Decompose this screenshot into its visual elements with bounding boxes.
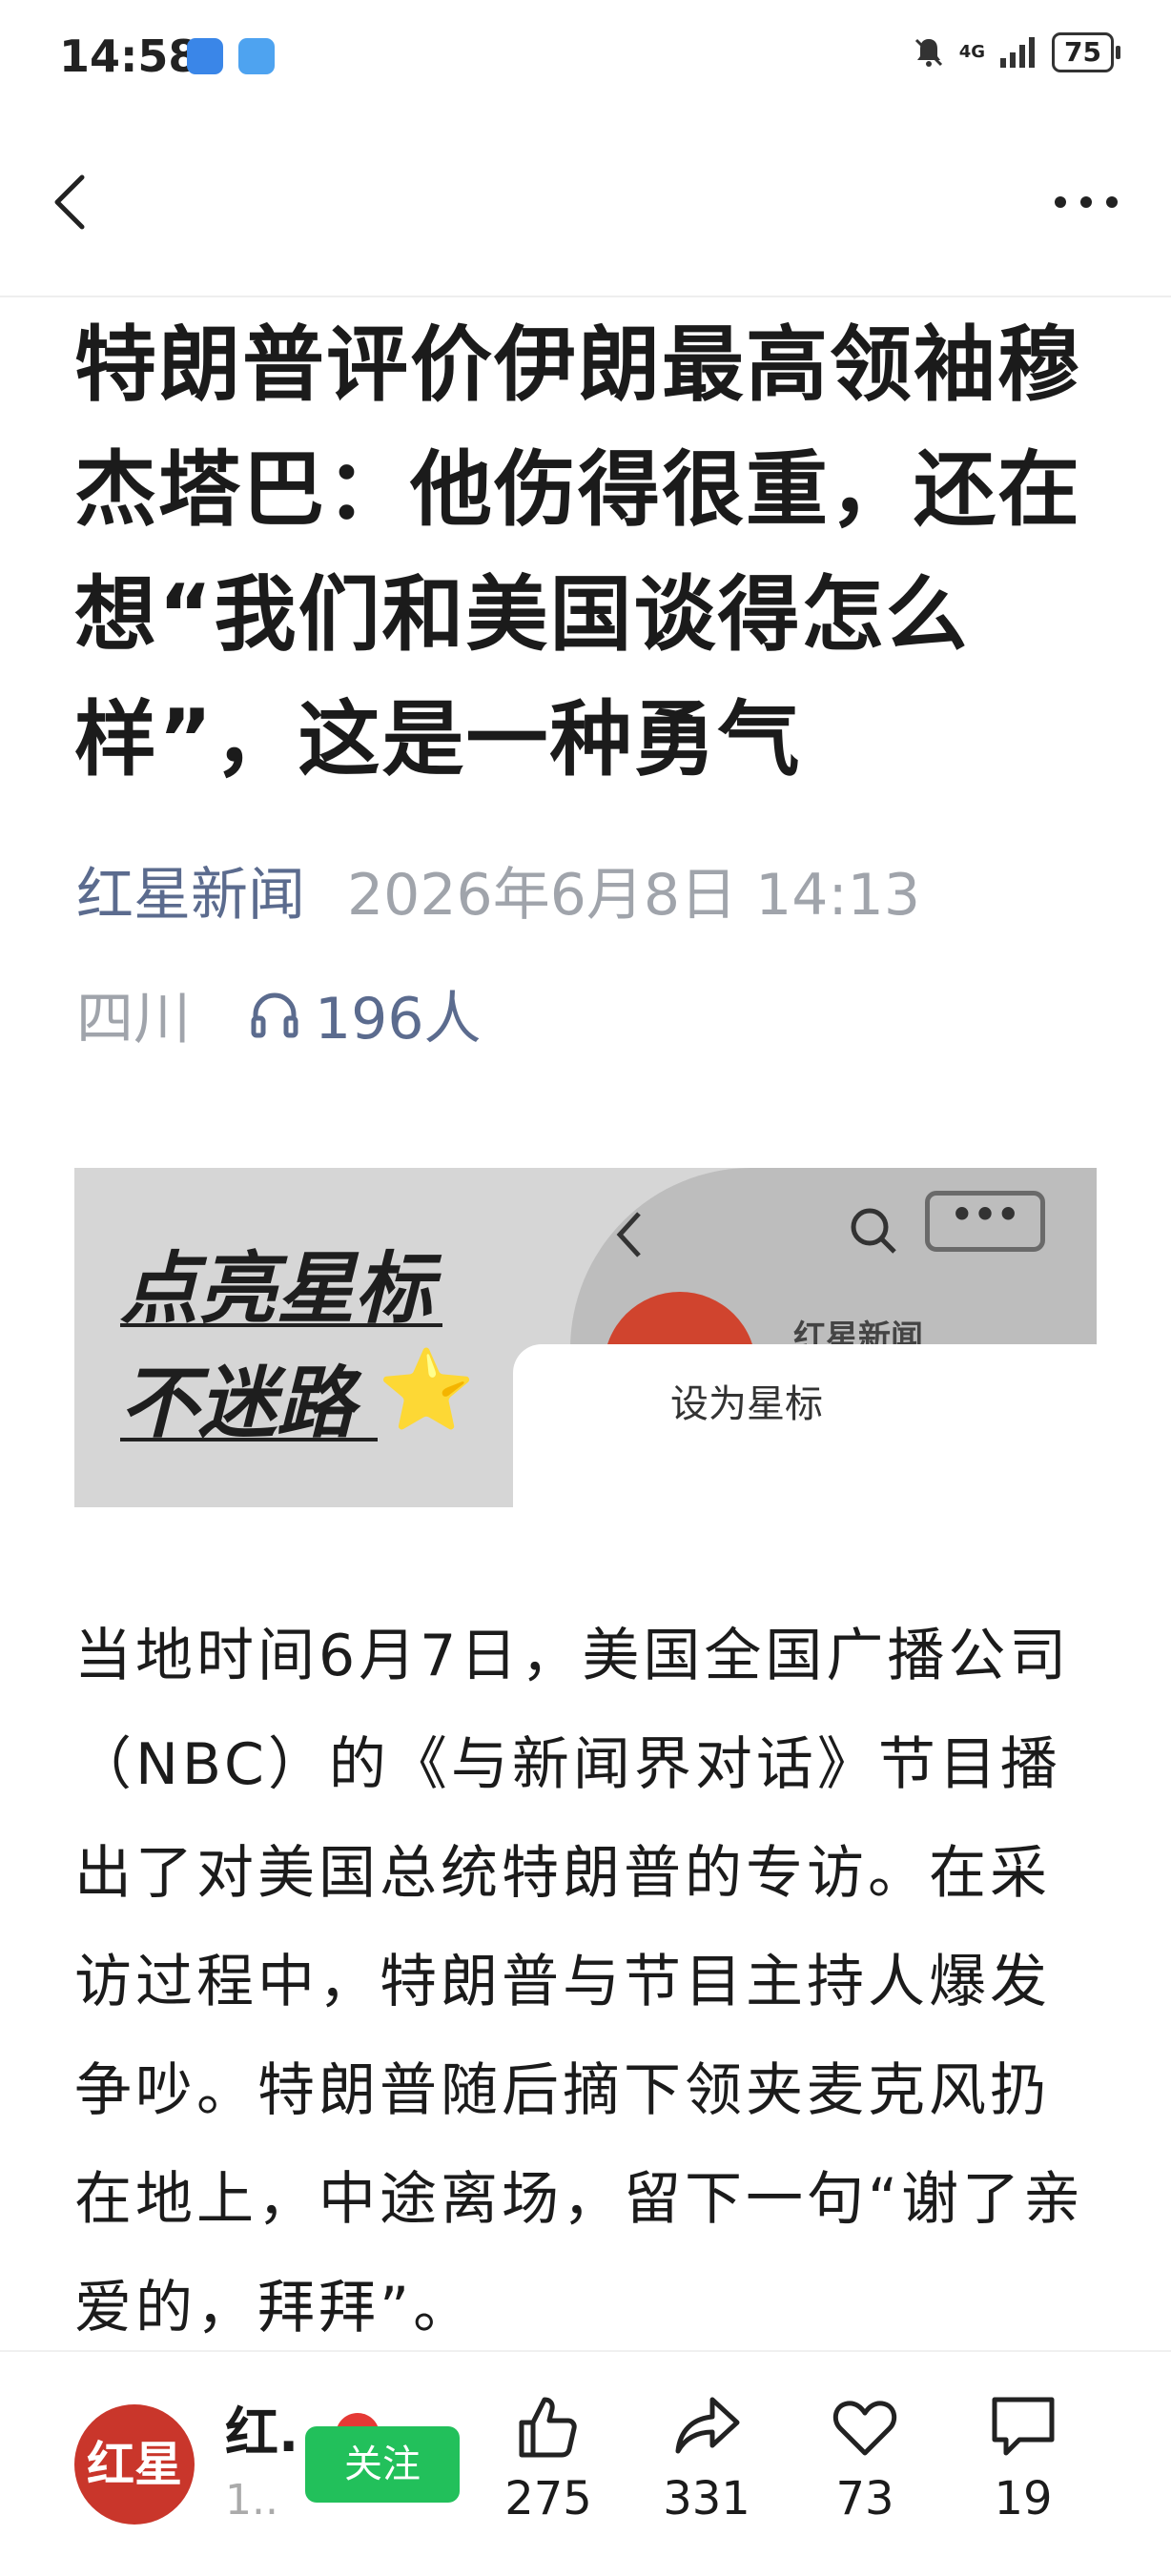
chevron-left-icon bbox=[616, 1212, 641, 1257]
mute-icon bbox=[914, 38, 942, 67]
set-star-label: 设为星标 bbox=[670, 1382, 823, 1426]
share-count: 331 bbox=[663, 2472, 750, 2525]
status-time: 14:58 bbox=[59, 31, 199, 82]
favorite-button[interactable]: 73 bbox=[803, 2390, 927, 2525]
weather-notification-icon bbox=[238, 38, 275, 74]
network-type: 4G bbox=[958, 42, 986, 62]
thumbs-up-icon bbox=[519, 2397, 577, 2458]
star-icon: ⭐ bbox=[378, 1345, 476, 1436]
comment-icon bbox=[992, 2397, 1055, 2456]
comment-button[interactable]: 19 bbox=[961, 2390, 1085, 2525]
more-options-icon[interactable] bbox=[1043, 172, 1129, 233]
article-source[interactable]: 红星新闻 bbox=[76, 862, 305, 929]
top-nav-bar bbox=[0, 114, 1171, 297]
search-icon bbox=[851, 1208, 896, 1254]
back-arrow-icon[interactable] bbox=[42, 172, 103, 233]
article-meta-secondary: 四川 196人 bbox=[76, 972, 482, 1055]
favorite-count: 73 bbox=[835, 2472, 894, 2525]
more-dots-icon: ••• bbox=[925, 1191, 1045, 1252]
app-notification-icon bbox=[187, 38, 223, 74]
like-count: 275 bbox=[504, 2472, 592, 2525]
slogan-underline bbox=[120, 1438, 378, 1441]
star-promo-banner[interactable]: 点亮星标 不迷路 ⭐ ••• 红星新闻 设为星标 bbox=[74, 1168, 1097, 1507]
follow-button[interactable]: 关注 bbox=[305, 2426, 460, 2503]
article-meta: 红星新闻 2026年6月8日 14:13 bbox=[76, 848, 920, 931]
battery-indicator: 75 bbox=[1052, 32, 1120, 72]
article-location: 四川 bbox=[76, 986, 191, 1053]
bottom-action-bar: 红星 红. 1.. 关注 275 331 73 19 bbox=[0, 2350, 1171, 2576]
avatar[interactable]: 红星 bbox=[74, 2404, 195, 2525]
account-subtitle: 1.. bbox=[225, 2476, 278, 2525]
listen-button[interactable]: 196人 bbox=[248, 972, 482, 1055]
article-datetime: 2026年6月8日 14:13 bbox=[347, 862, 921, 929]
banner-slogan-line2: 不迷路 bbox=[120, 1358, 355, 1449]
headphones-icon bbox=[251, 992, 298, 1037]
signal-icon bbox=[1000, 37, 1036, 68]
share-arrow-icon bbox=[675, 2397, 740, 2454]
article-title: 特朗普评价伊朗最高领袖穆杰塔巴：他伤得很重，还在想“我们和美国谈得怎么样”，这是… bbox=[74, 317, 1081, 787]
banner-slogan-line1: 点亮星标 bbox=[120, 1243, 433, 1335]
account-name[interactable]: 红. bbox=[225, 2390, 298, 2467]
article-body: 当地时间6月7日，美国全国广播公司（NBC）的《与新闻界对话》节目播出了对美国总… bbox=[74, 1623, 1085, 2341]
set-star-sheet: 设为星标 bbox=[513, 1344, 1097, 1507]
listen-count: 196人 bbox=[315, 986, 482, 1053]
heart-icon bbox=[832, 2401, 897, 2456]
share-button[interactable]: 331 bbox=[645, 2390, 769, 2525]
comment-count: 19 bbox=[994, 2472, 1053, 2525]
slogan-underline bbox=[120, 1323, 442, 1327]
status-bar: 14:58 4G 75 bbox=[0, 0, 1171, 114]
like-button[interactable]: 275 bbox=[486, 2390, 610, 2525]
